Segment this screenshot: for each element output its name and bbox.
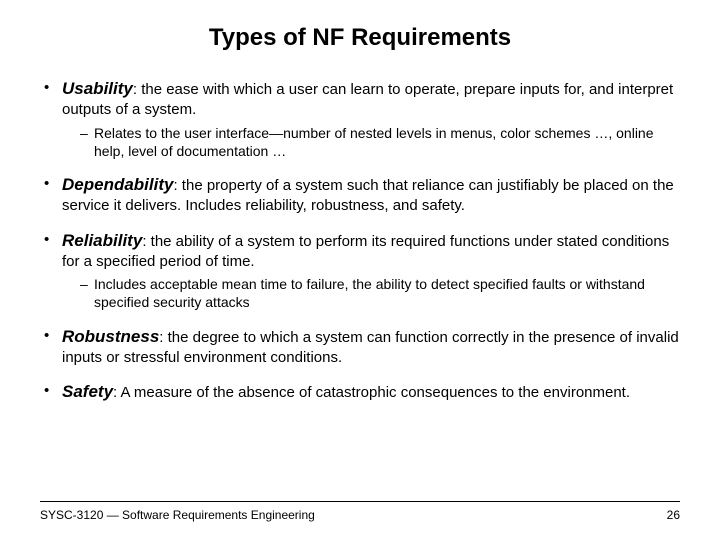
sub-item: Relates to the user interface—number of … [80, 124, 680, 160]
sub-list: Includes acceptable mean time to failure… [62, 275, 680, 311]
list-item: Usability: the ease with which a user ca… [40, 78, 680, 160]
footer-divider [40, 501, 680, 502]
footer-course: SYSC-3120 — Software Requirements Engine… [40, 508, 315, 522]
slide-title: Types of NF Requirements [40, 24, 680, 52]
term: Dependability [62, 175, 173, 194]
term: Usability [62, 79, 133, 98]
definition: : A measure of the absence of catastroph… [113, 384, 630, 401]
definition: : the ease with which a user can learn t… [62, 81, 673, 118]
footer-page-number: 26 [667, 508, 680, 522]
list-item: Robustness: the degree to which a system… [40, 326, 680, 368]
term: Robustness [62, 327, 159, 346]
definition: : the ability of a system to perform its… [62, 233, 669, 270]
sub-list: Relates to the user interface—number of … [62, 124, 680, 160]
list-item: Reliability: the ability of a system to … [40, 230, 680, 312]
term: Reliability [62, 231, 142, 250]
list-item: Dependability: the property of a system … [40, 174, 680, 216]
list-item: Safety: A measure of the absence of cata… [40, 381, 680, 403]
sub-item: Includes acceptable mean time to failure… [80, 275, 680, 311]
bullet-list: Usability: the ease with which a user ca… [40, 78, 680, 403]
footer: SYSC-3120 — Software Requirements Engine… [40, 501, 680, 522]
term: Safety [62, 382, 113, 401]
